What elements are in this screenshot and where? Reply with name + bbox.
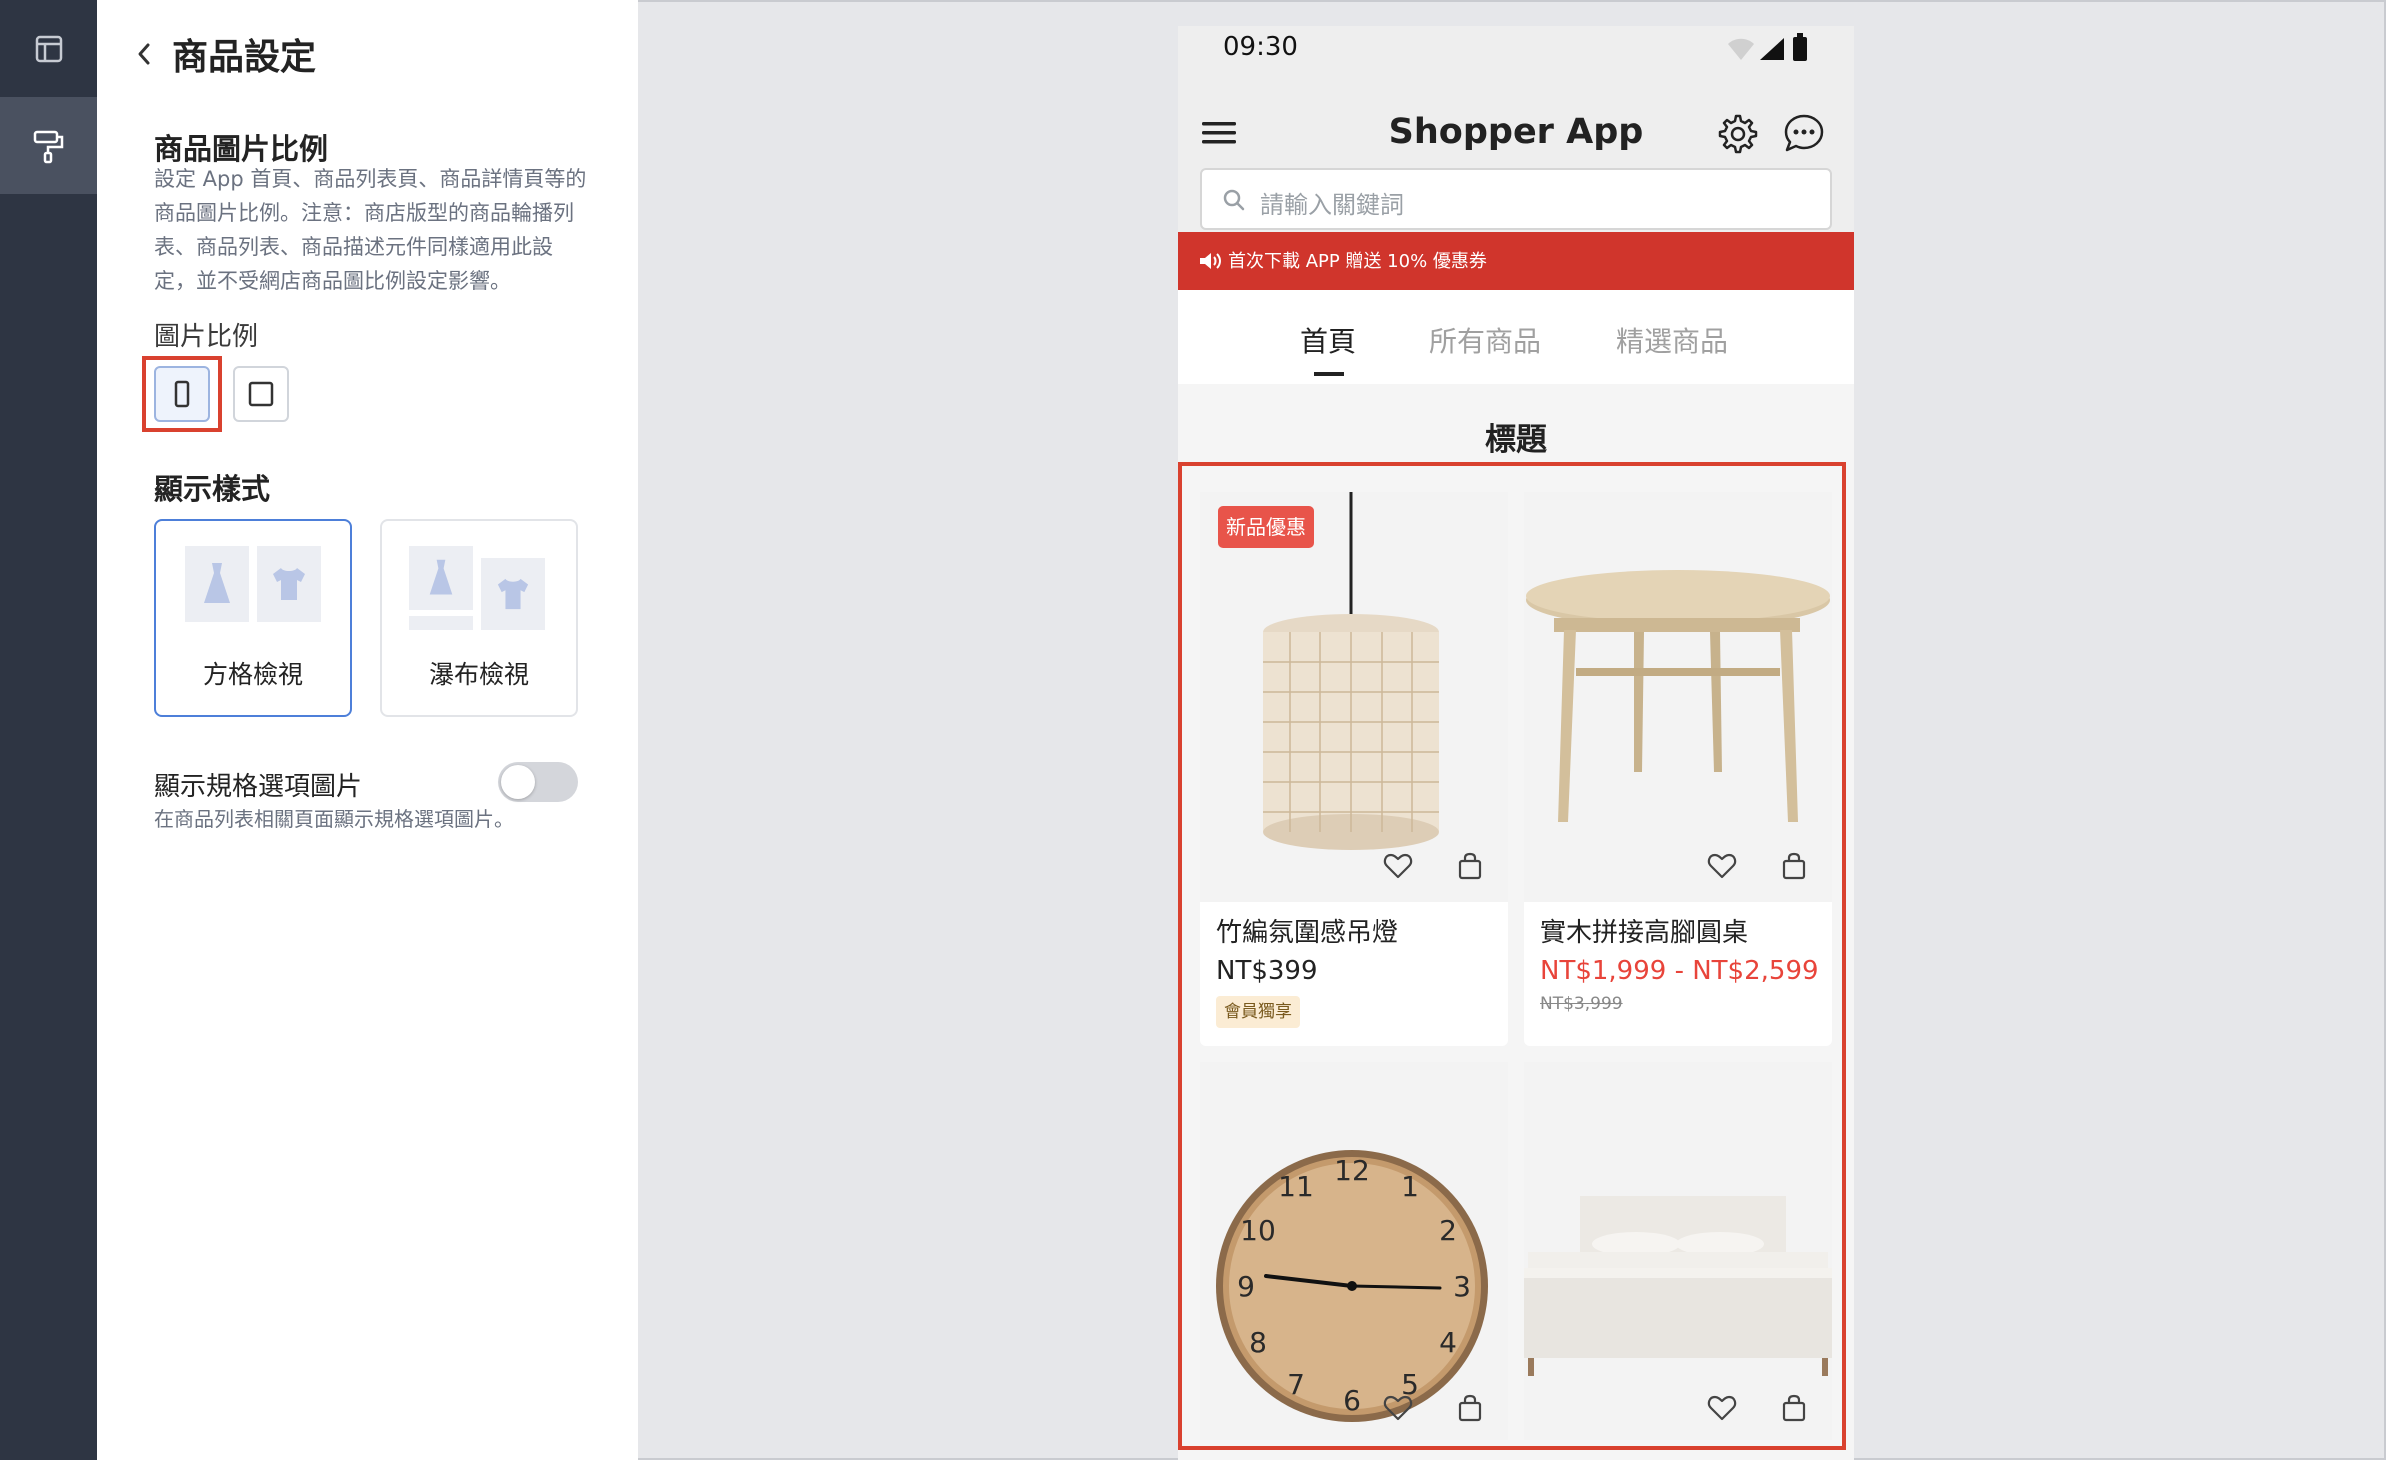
promo-banner[interactable]: 首次下載 APP 贈送 10% 優惠券 (1178, 232, 1854, 290)
left-rail (0, 0, 97, 1460)
image-ratio-description: 設定 App 首頁、商品列表頁、商品詳情頁等的商品圖片比例。注意：商店版型的商品… (154, 167, 587, 293)
section-title: 標題 (1485, 422, 1547, 458)
ratio-portrait-option[interactable] (154, 366, 210, 422)
design-nav-button[interactable] (0, 97, 97, 194)
display-style-title: 顯示樣式 (154, 472, 271, 506)
layout-nav-button[interactable] (0, 0, 97, 97)
waterfall-view-option[interactable]: 瀑布檢視 (380, 519, 578, 717)
settings-panel: 商品設定 商品圖片比例 設定 App 首頁、商品列表頁、商品詳情頁等的商品圖片比… (97, 0, 638, 1460)
waterfall-view-preview (409, 546, 551, 630)
battery-icon (1793, 33, 1807, 61)
banner-text: 首次下載 APP 贈送 10% 優惠券 (1228, 251, 1487, 272)
tshirt-icon (497, 578, 529, 610)
tab-featured[interactable]: 精選商品 (1616, 320, 1728, 360)
active-tab-indicator (1314, 372, 1344, 376)
tab-bar: 首頁 所有商品 精選商品 (1178, 290, 1854, 384)
placeholder-thumb (409, 616, 473, 630)
search-placeholder: 請輸入關鍵詞 (1260, 191, 1404, 219)
tshirt-icon (273, 568, 305, 600)
settings-gear-icon[interactable] (1714, 112, 1758, 156)
paint-roller-icon (33, 130, 63, 163)
back-chevron-icon[interactable] (134, 39, 154, 69)
status-time: 09:30 (1223, 32, 1298, 62)
variant-image-description: 在商品列表相關頁面顯示規格選項圖片。 (154, 807, 514, 831)
dress-thumb (185, 546, 249, 622)
tshirt-thumb (257, 546, 321, 622)
tshirt-thumb (481, 558, 545, 630)
portrait-ratio-icon (174, 380, 190, 408)
panel-header: 商品設定 (134, 28, 316, 80)
phone-preview: 09:30 Shopper App 請輸入關鍵詞 首次下載 APP 贈送 10%… (1178, 26, 1854, 1460)
chat-bubble-icon[interactable] (1782, 112, 1826, 156)
grid-view-option[interactable]: 方格檢視 (154, 519, 352, 717)
dress-icon (204, 563, 230, 603)
grid-view-preview (185, 546, 325, 626)
ratio-label: 圖片比例 (154, 322, 259, 352)
search-icon (1223, 189, 1245, 211)
square-ratio-icon (248, 381, 274, 407)
panel-title: 商品設定 (172, 37, 317, 78)
tab-home[interactable]: 首頁 (1300, 320, 1356, 360)
search-input[interactable]: 請輸入關鍵詞 (1200, 168, 1832, 230)
dress-thumb (409, 546, 473, 610)
grid-view-label: 方格檢視 (202, 660, 303, 689)
tab-all-products[interactable]: 所有商品 (1429, 320, 1541, 360)
signal-icon (1760, 38, 1784, 60)
layout-icon (35, 35, 62, 62)
dress-icon (429, 559, 453, 595)
speaker-icon (1200, 253, 1221, 269)
product-grid-highlight (1178, 462, 1846, 1450)
wifi-icon (1728, 38, 1754, 60)
toggle-knob (501, 765, 535, 799)
variant-image-toggle[interactable] (498, 762, 578, 802)
variant-image-label: 顯示規格選項圖片 (154, 772, 363, 802)
ratio-square-option[interactable] (233, 366, 289, 422)
waterfall-view-label: 瀑布檢視 (428, 660, 529, 689)
